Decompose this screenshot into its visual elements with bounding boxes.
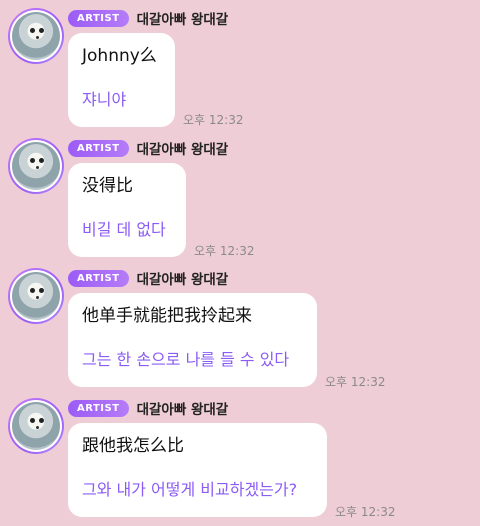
artist-badge: ARTIST bbox=[68, 399, 129, 417]
timestamp: 오후 12:32 bbox=[194, 244, 255, 258]
original-text: 没得比 bbox=[82, 176, 133, 196]
message-header: ARTIST 대갈아빠 왕대갈 bbox=[68, 138, 228, 158]
sender-name[interactable]: 대갈아빠 왕대갈 bbox=[137, 8, 229, 28]
message-header: ARTIST 대갈아빠 왕대갈 bbox=[68, 8, 228, 28]
translated-text: 비길 데 없다 bbox=[82, 220, 166, 239]
avatar[interactable] bbox=[8, 398, 64, 454]
dog-photo bbox=[12, 272, 60, 320]
message-bubble[interactable]: 跟他我怎么比 그와 내가 어떻게 비교하겠는가? bbox=[68, 423, 327, 517]
dog-photo bbox=[12, 402, 60, 450]
sender-name[interactable]: 대갈아빠 왕대갈 bbox=[137, 138, 229, 158]
avatar[interactable] bbox=[8, 138, 64, 194]
translated-text: 그는 한 손으로 나를 들 수 있다 bbox=[82, 350, 290, 369]
message-bubble[interactable]: Johnny么 쟈니야 bbox=[68, 33, 175, 127]
artist-badge: ARTIST bbox=[68, 9, 129, 27]
original-text: 跟他我怎么比 bbox=[82, 436, 184, 456]
message-bubble[interactable]: 他单手就能把我拎起来 그는 한 손으로 나를 들 수 있다 bbox=[68, 293, 317, 387]
artist-badge: ARTIST bbox=[68, 269, 129, 287]
sender-name[interactable]: 대갈아빠 왕대갈 bbox=[137, 398, 229, 418]
message-header: ARTIST 대갈아빠 왕대갈 bbox=[68, 268, 228, 288]
avatar[interactable] bbox=[8, 268, 64, 324]
timestamp: 오후 12:32 bbox=[183, 113, 244, 127]
translated-text: 그와 내가 어떻게 비교하겠는가? bbox=[82, 480, 298, 499]
original-text: 他单手就能把我拎起来 bbox=[82, 306, 252, 326]
avatar[interactable] bbox=[8, 8, 64, 64]
dog-photo bbox=[12, 142, 60, 190]
message-bubble[interactable]: 没得比 비길 데 없다 bbox=[68, 163, 186, 257]
artist-badge: ARTIST bbox=[68, 139, 129, 157]
chat-thread: ARTIST 대갈아빠 왕대갈 Johnny么 쟈니야 오후 12:32 ART… bbox=[0, 0, 480, 526]
message-header: ARTIST 대갈아빠 왕대갈 bbox=[68, 398, 228, 418]
dog-photo bbox=[12, 12, 60, 60]
timestamp: 오후 12:32 bbox=[325, 375, 386, 389]
timestamp: 오후 12:32 bbox=[335, 505, 396, 519]
sender-name[interactable]: 대갈아빠 왕대갈 bbox=[137, 268, 229, 288]
original-text: Johnny么 bbox=[82, 46, 157, 66]
translated-text: 쟈니야 bbox=[82, 90, 127, 109]
